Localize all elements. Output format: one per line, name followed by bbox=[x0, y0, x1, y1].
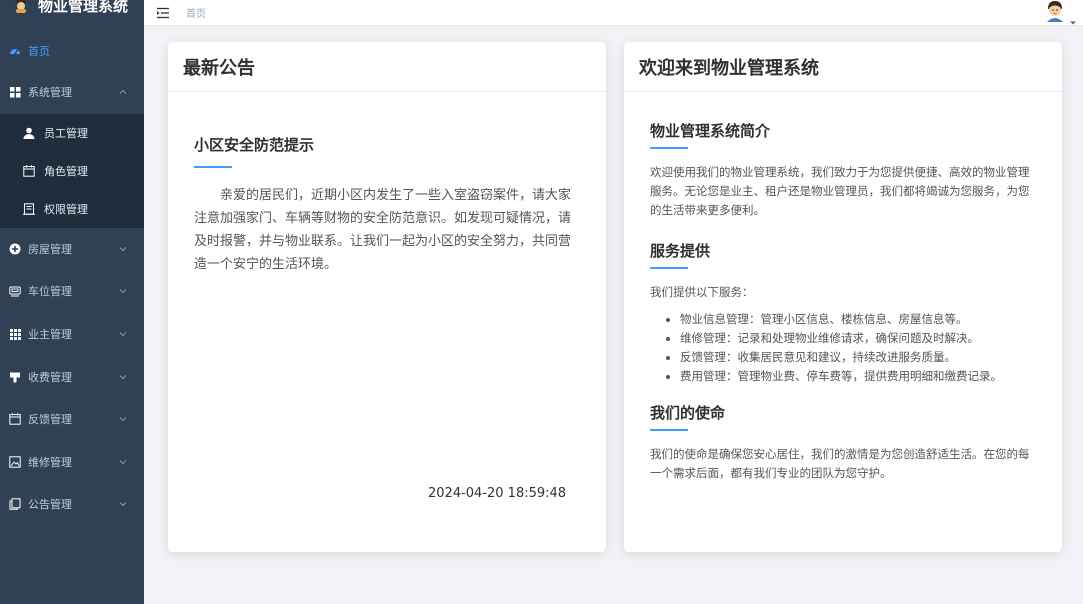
sidebar-item-label: 首页 bbox=[28, 45, 50, 58]
user-icon bbox=[22, 126, 36, 140]
menu-fold-icon[interactable] bbox=[156, 6, 170, 20]
logo-icon bbox=[12, 0, 30, 14]
sidebar-item-label: 维修管理 bbox=[28, 455, 72, 469]
user-menu[interactable] bbox=[1043, 0, 1077, 25]
chevron-down-icon bbox=[118, 286, 128, 296]
sidebar-item-label: 系统管理 bbox=[28, 86, 72, 100]
calendar-icon bbox=[22, 164, 36, 178]
sidebar-item-system[interactable]: 系统管理 bbox=[0, 71, 144, 114]
sidebar-menu: 首页 系统管理 员工管理 角色管理 权限管理 房屋管理 车位管理 业主管理 收费… bbox=[0, 31, 144, 526]
sidebar-item-repair[interactable]: 维修管理 bbox=[0, 441, 144, 484]
sidebar-item-role[interactable]: 角色管理 bbox=[0, 152, 144, 190]
welcome-header: 欢迎来到物业管理系统 bbox=[624, 42, 1062, 92]
topbar: 首页 bbox=[144, 0, 1083, 26]
calendar-icon bbox=[8, 412, 22, 426]
title-underline bbox=[194, 166, 232, 168]
title-underline bbox=[650, 267, 688, 269]
apps-icon bbox=[8, 327, 22, 341]
sidebar-item-owner[interactable]: 业主管理 bbox=[0, 313, 144, 356]
mission-text: 我们的使命是确保您安心居住，我们的激情是为您创造舒适生活。在您的每一个需求后面，… bbox=[650, 447, 1030, 480]
chevron-down-icon bbox=[118, 329, 128, 339]
brand-title: 物业管理系统 bbox=[38, 0, 129, 15]
avatar[interactable] bbox=[1043, 0, 1067, 22]
welcome-content: 物业管理系统简介 欢迎使用我们的物业管理系统，我们致力于为您提供便捷、高效的物业… bbox=[650, 120, 1040, 483]
sidebar-item-staff[interactable]: 员工管理 bbox=[0, 114, 144, 152]
intro-text: 欢迎使用我们的物业管理系统，我们致力于为您提供便捷、高效的物业管理服务。无论您是… bbox=[650, 165, 1030, 217]
chevron-down-icon bbox=[118, 414, 128, 424]
copy-icon bbox=[8, 497, 22, 511]
breadcrumb[interactable]: 首页 bbox=[186, 5, 206, 20]
chevron-down-icon bbox=[118, 372, 128, 382]
announcement-body: 亲爱的居民们，近期小区内发生了一些入室盗窃案件，请大家注意加强家门、车辆等财物的… bbox=[194, 188, 572, 272]
sidebar-item-label: 业主管理 bbox=[28, 328, 72, 342]
submenu-system: 员工管理 角色管理 权限管理 bbox=[0, 113, 144, 228]
intro-title: 物业管理系统简介 bbox=[650, 122, 771, 140]
dashboard-icon bbox=[8, 44, 22, 58]
sidebar-item-label: 角色管理 bbox=[44, 164, 88, 178]
sidebar-item-label: 车位管理 bbox=[28, 285, 72, 299]
announcement-header: 最新公告 bbox=[168, 42, 606, 92]
sidebar-item-label: 房屋管理 bbox=[28, 242, 72, 256]
sidebar-item-notice[interactable]: 公告管理 bbox=[0, 483, 144, 526]
sidebar-item-feedback[interactable]: 反馈管理 bbox=[0, 398, 144, 441]
chevron-down-icon bbox=[118, 457, 128, 467]
caret-down-icon[interactable] bbox=[1069, 12, 1077, 25]
grid-icon bbox=[8, 85, 22, 99]
list-item: 物业信息管理：管理小区信息、楼栋信息、房屋信息等。 bbox=[680, 310, 1040, 329]
plus-circle-icon bbox=[8, 242, 22, 256]
list-item: 费用管理：管理物业费、停车费等，提供费用明细和缴费记录。 bbox=[680, 367, 1040, 386]
list-item: 反馈管理：收集居民意见和建议，持续改进服务质量。 bbox=[680, 348, 1040, 367]
title-underline bbox=[650, 147, 688, 149]
services-lead: 我们提供以下服务： bbox=[650, 285, 754, 299]
announcement-card: 最新公告 小区安全防范提示 亲爱的居民们，近期小区内发生了一些入室盗窃案件，请大… bbox=[168, 42, 606, 552]
services-title: 服务提供 bbox=[650, 242, 711, 260]
mission-title: 我们的使命 bbox=[650, 404, 726, 422]
list-item: 维修管理：记录和处理物业维修请求，确保问题及时解决。 bbox=[680, 329, 1040, 348]
brand[interactable]: 物业管理系统 bbox=[0, 0, 144, 15]
sidebar-item-house[interactable]: 房屋管理 bbox=[0, 228, 144, 271]
sidebar-item-permission[interactable]: 权限管理 bbox=[0, 190, 144, 228]
ticket-icon bbox=[8, 370, 22, 384]
chevron-up-icon bbox=[118, 87, 128, 97]
sidebar: 物业管理系统 首页 系统管理 员工管理 角色管理 权限管理 房屋管理 车位管理 … bbox=[0, 0, 144, 604]
building-icon bbox=[22, 202, 36, 216]
sidebar-item-parking[interactable]: 车位管理 bbox=[0, 270, 144, 313]
chevron-down-icon bbox=[118, 244, 128, 254]
sidebar-item-label: 收费管理 bbox=[28, 370, 72, 384]
sidebar-item-label: 权限管理 bbox=[44, 202, 88, 216]
sidebar-item-label: 反馈管理 bbox=[28, 413, 72, 427]
picture-icon bbox=[8, 455, 22, 469]
welcome-card: 欢迎来到物业管理系统 物业管理系统简介 欢迎使用我们的物业管理系统，我们致力于为… bbox=[624, 42, 1062, 552]
announcement-time: 2024-04-20 18:59:48 bbox=[428, 486, 567, 501]
chevron-down-icon bbox=[118, 499, 128, 509]
sidebar-item-home[interactable]: 首页 bbox=[0, 31, 144, 71]
sidebar-item-label: 员工管理 bbox=[44, 126, 88, 140]
services-list: 物业信息管理：管理小区信息、楼栋信息、房屋信息等。 维修管理：记录和处理物业维修… bbox=[650, 310, 1040, 386]
title-underline bbox=[650, 429, 688, 431]
car-icon bbox=[8, 284, 22, 298]
announcement-title: 小区安全防范提示 bbox=[194, 136, 315, 154]
sidebar-item-billing[interactable]: 收费管理 bbox=[0, 355, 144, 398]
sidebar-item-label: 公告管理 bbox=[28, 498, 72, 512]
